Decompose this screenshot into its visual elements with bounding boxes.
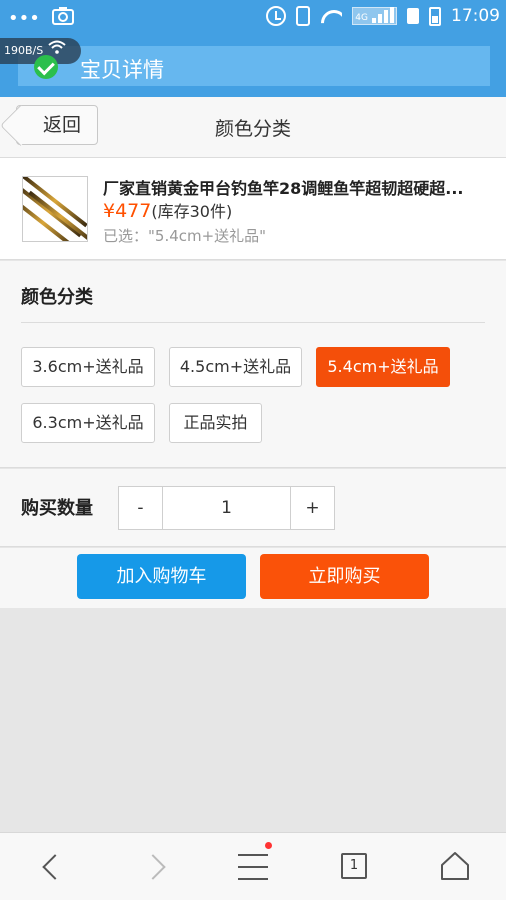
product-summary: 厂家直销黄金甲台钓鱼竿28调鲤鱼竿超韧超硬超... ¥477(库存30件) 已选… [0, 158, 506, 260]
wifi-icon [320, 8, 342, 24]
selected-variant: 已选："5.4cm+送礼品" [103, 227, 267, 245]
color-section: 颜色分类 3.6cm+送礼品 4.5cm+送礼品 5.4cm+送礼品 6.3cm… [0, 261, 506, 468]
section-divider [21, 322, 485, 323]
color-option[interactable]: 3.6cm+送礼品 [21, 347, 155, 387]
product-price: ¥477 [103, 200, 152, 222]
color-option[interactable]: 正品实拍 [169, 403, 262, 443]
cell-signal-icon: 4G [352, 7, 397, 25]
menu-icon[interactable] [223, 833, 283, 900]
alarm-icon [266, 6, 287, 26]
battery-icon [429, 6, 441, 26]
status-time: 17:09 [451, 6, 500, 26]
more-dots-icon: ••• [8, 8, 40, 29]
add-to-cart-button[interactable]: 加入购物车 [77, 554, 246, 599]
page-title: 宝贝详情 [80, 58, 164, 82]
network-type-label: 4G [355, 13, 368, 23]
nav-title: 颜色分类 [214, 118, 291, 140]
top-bar: ••• 4G 17:09 190B/S 宝贝详情 [0, 0, 506, 97]
color-option-selected[interactable]: 5.4cm+送礼品 [316, 347, 450, 387]
status-bar: ••• 4G 17:09 [0, 0, 506, 36]
browser-toolbar: 1 [0, 832, 506, 900]
nav-bar: 返回 颜色分类 [0, 97, 506, 158]
increase-button[interactable]: + [290, 487, 334, 529]
product-title: 厂家直销黄金甲台钓鱼竿28调鲤鱼竿超韧超硬超... [103, 179, 464, 198]
color-option[interactable]: 4.5cm+送礼品 [169, 347, 302, 387]
notification-dot [265, 842, 272, 849]
quantity-input[interactable]: 1 [163, 487, 290, 529]
network-speed-label: 190B/S [4, 44, 44, 57]
quantity-stepper: - 1 + [118, 486, 335, 530]
buy-now-button[interactable]: 立即购买 [260, 554, 429, 599]
product-stock: (库存30件) [151, 202, 233, 221]
color-option[interactable]: 6.3cm+送礼品 [21, 403, 155, 443]
forward-arrow-icon[interactable] [130, 833, 190, 900]
action-bar: 加入购物车 立即购买 [0, 548, 506, 608]
vibrate-icon [296, 6, 311, 26]
color-section-label: 颜色分类 [21, 287, 93, 308]
decrease-button[interactable]: - [119, 487, 163, 529]
sim-icon [407, 8, 419, 24]
back-arrow-icon[interactable] [20, 833, 80, 900]
screenshot-icon [51, 6, 74, 31]
tab-count: 1 [341, 853, 367, 879]
quantity-label: 购买数量 [21, 498, 93, 519]
quantity-section: 购买数量 - 1 + [0, 469, 506, 547]
tabs-button[interactable]: 1 [323, 833, 383, 900]
verified-check-icon [34, 55, 58, 79]
product-price-row: ¥477(库存30件) [103, 198, 232, 222]
product-thumbnail[interactable] [22, 176, 88, 242]
speed-wifi-icon [48, 40, 66, 54]
home-icon[interactable] [425, 833, 485, 900]
